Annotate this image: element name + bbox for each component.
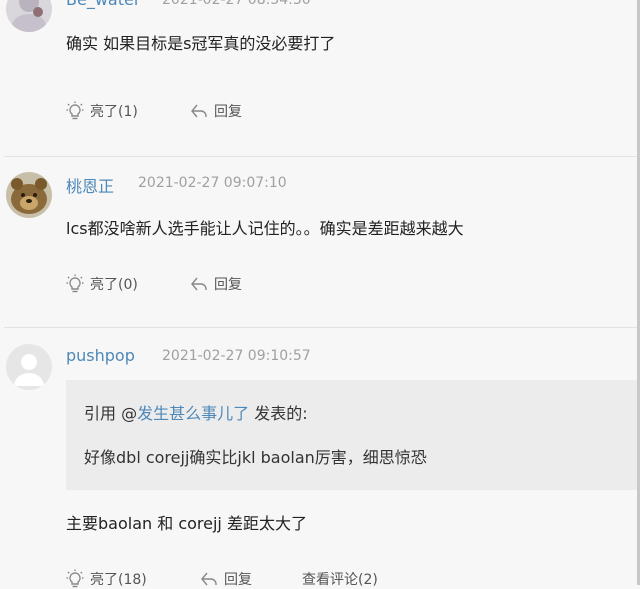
reply-button[interactable]: 回复 — [190, 274, 242, 294]
lightbulb-icon — [66, 101, 84, 121]
reply-label: 回复 — [224, 572, 252, 588]
comment-text: lcs都没啥新人选手能让人记住的。。确实是差距越来越大 — [66, 219, 464, 238]
like-button[interactable]: 亮了(18) — [66, 569, 147, 589]
avatar[interactable] — [6, 344, 52, 390]
quote-text: 好像dbl corejj确实比jkl baolan厉害，细思惊恐 — [84, 448, 427, 467]
reply-button[interactable]: 回复 — [200, 569, 252, 589]
quote-header: 引用 @发生甚么事儿了 发表的: — [84, 400, 308, 424]
comment-text: 主要baolan 和 corejj 差距太大了 — [66, 514, 307, 533]
like-button[interactable]: 亮了(1) — [66, 101, 138, 121]
reply-label: 回复 — [214, 104, 242, 120]
view-replies-label: 查看评论(2) — [302, 572, 378, 588]
username[interactable]: pushpop — [66, 346, 135, 365]
reply-button[interactable]: 回复 — [190, 101, 242, 121]
view-replies-button[interactable]: 查看评论(2) — [302, 569, 378, 589]
like-button[interactable]: 亮了(0) — [66, 274, 138, 294]
reply-label: 回复 — [214, 277, 242, 293]
timestamp: 2021-02-27 09:10:57 — [162, 348, 311, 364]
reply-arrow-icon — [200, 570, 218, 588]
reply-arrow-icon — [190, 275, 208, 293]
username[interactable]: 桃恩正 — [66, 173, 114, 197]
lightbulb-icon — [66, 569, 84, 589]
quoted-user-link[interactable]: 发生甚么事儿了 — [137, 404, 249, 423]
username[interactable]: Be_water — [66, 0, 140, 9]
lightbulb-icon — [66, 274, 84, 294]
quote-suffix: 发表的: — [249, 404, 308, 423]
quote-block: 引用 @发生甚么事儿了 发表的: 好像dbl corejj确实比jkl baol… — [66, 380, 638, 490]
avatar[interactable] — [6, 0, 52, 32]
comment-text: 确实 如果目标是s冠军真的没必要打了 — [66, 34, 336, 53]
like-label: 亮了(0) — [90, 277, 138, 293]
reply-arrow-icon — [190, 102, 208, 120]
avatar[interactable] — [6, 172, 52, 218]
comment-divider — [4, 156, 638, 157]
comment-divider — [4, 327, 638, 328]
like-label: 亮了(1) — [90, 104, 138, 120]
timestamp: 2021-02-27 09:07:10 — [138, 175, 287, 191]
like-label: 亮了(18) — [90, 572, 147, 588]
timestamp: 2021-02-27 08:54:30 — [162, 0, 311, 8]
quote-prefix: 引用 @ — [84, 404, 138, 423]
